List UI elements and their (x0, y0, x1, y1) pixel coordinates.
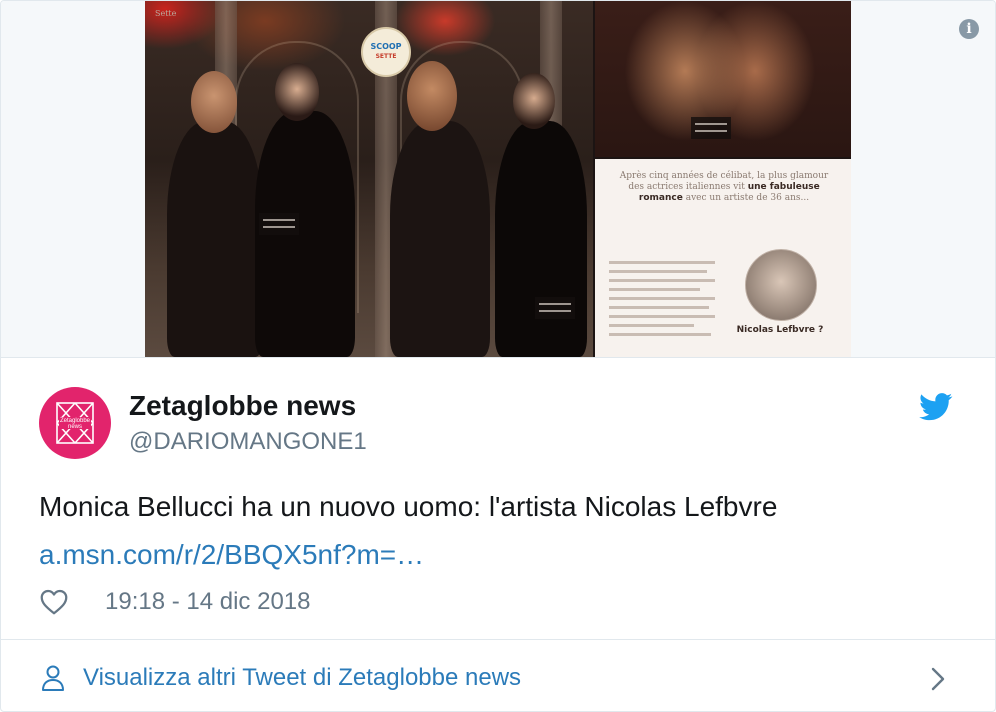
photo-caption (535, 297, 575, 319)
magazine-body-text (609, 261, 715, 342)
person-icon (42, 665, 64, 691)
media-divider (1, 357, 995, 358)
figure-head (513, 73, 555, 129)
photo-couple-kiss (595, 1, 851, 157)
heart-icon[interactable] (39, 587, 69, 617)
magazine-spread-image: Sette SCOOP SETTE Après cinq années de c… (145, 1, 851, 357)
tweet-timestamp[interactable]: 19:18 - 14 dic 2018 (105, 588, 311, 616)
figure-head (407, 61, 457, 131)
chevron-right-icon[interactable] (929, 666, 947, 692)
portrait-inset (745, 249, 817, 321)
figure-man-left (167, 121, 263, 357)
twitter-bird-icon[interactable] (919, 393, 953, 421)
magazine-headline: Après cinq années de célibat, la plus gl… (619, 171, 829, 204)
magazine-headline-tail: avec un artiste de 36 ans... (685, 193, 810, 203)
info-icon[interactable]: i (959, 19, 979, 39)
scoop-badge-bottom: SETTE (375, 53, 397, 60)
avatar[interactable]: Zetaglobbe news (39, 387, 111, 459)
author-handle[interactable]: @DARIOMANGONE1 (129, 428, 367, 456)
photo-couple-street: Sette SCOOP SETTE (145, 1, 593, 357)
figure-man-right (390, 121, 490, 357)
figure-head (275, 63, 319, 121)
photo-caption (691, 117, 731, 139)
portrait-caption: Nicolas Lefbvre ? (735, 325, 825, 336)
magazine-corner-label: Sette (155, 9, 177, 18)
magazine-text-panel: Après cinq années de célibat, la plus gl… (595, 159, 851, 357)
tweet-link[interactable]: a.msn.com/r/2/BBQX5nf?m=… (39, 539, 424, 571)
author-name[interactable]: Zetaglobbe news (129, 390, 356, 422)
embedded-tweet-card: Sette SCOOP SETTE Après cinq années de c… (0, 0, 996, 712)
photo-caption (259, 213, 299, 235)
figure-head (191, 71, 237, 133)
portrait-caption-name: Nicolas Lefbvre ? (736, 325, 824, 335)
more-tweets-label[interactable]: Visualizza altri Tweet di Zetaglobbe new… (83, 664, 521, 692)
tweet-text: Monica Bellucci ha un nuovo uomo: l'arti… (39, 491, 778, 522)
scoop-badge: SCOOP SETTE (361, 27, 411, 77)
figure-woman-right (495, 121, 587, 357)
more-tweets-link[interactable]: Visualizza altri Tweet di Zetaglobbe new… (1, 640, 995, 711)
avatar-text: Zetaglobbe news (59, 418, 91, 430)
tweet-media[interactable]: Sette SCOOP SETTE Après cinq années de c… (1, 1, 995, 357)
scoop-badge-top: SCOOP (370, 42, 402, 51)
